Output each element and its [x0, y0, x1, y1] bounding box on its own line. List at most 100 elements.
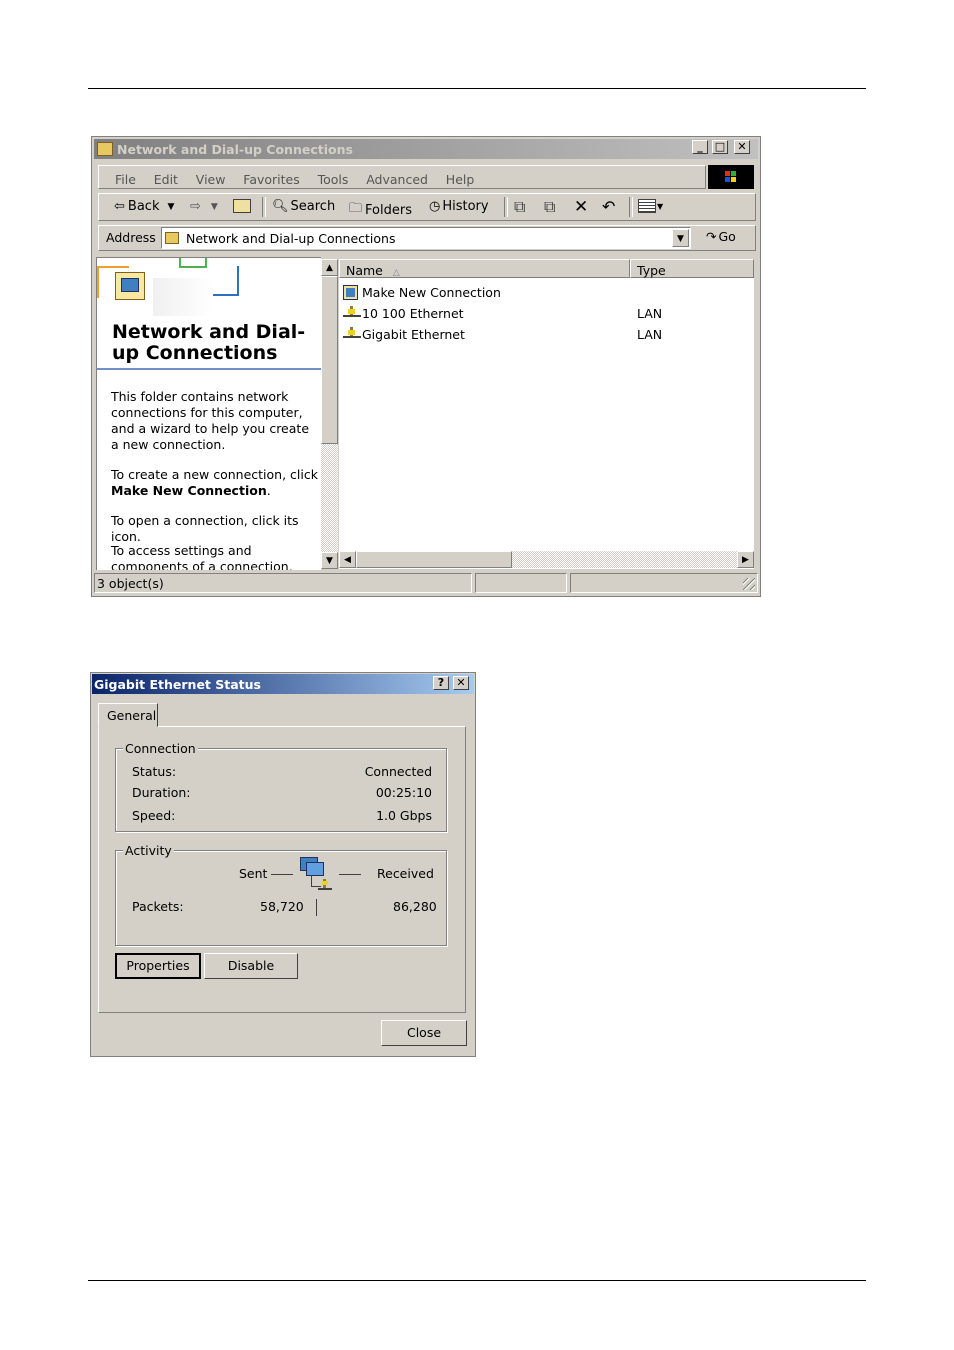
back-dropdown-icon[interactable]: ▼	[167, 202, 174, 212]
up-folder-button[interactable]	[233, 199, 251, 213]
status-bar-panel	[475, 573, 567, 593]
speed-row: Speed: 1.0 Gbps	[132, 808, 432, 823]
undo-button[interactable]: ↶	[602, 197, 615, 216]
list-item[interactable]: Make New Connection	[343, 284, 743, 302]
menu-tools[interactable]: Tools	[318, 172, 349, 187]
menu-file[interactable]: File	[115, 172, 136, 187]
info-paragraph: To access settings and components of a c…	[111, 543, 293, 570]
folder-network-icon	[165, 232, 179, 244]
go-button[interactable]: ↷ Go	[706, 229, 736, 244]
copy-to-icon: ⧉	[544, 197, 556, 216]
scroll-thumb[interactable]	[356, 551, 512, 568]
windows-logo-icon	[708, 165, 754, 189]
scroll-down-arrow-icon[interactable]: ▼	[321, 552, 338, 569]
lan-connection-icon	[343, 306, 361, 320]
scroll-thumb[interactable]	[321, 276, 338, 444]
menu-advanced[interactable]: Advanced	[366, 172, 428, 187]
close-button[interactable]: Close	[381, 1020, 467, 1046]
tab-general[interactable]: General	[98, 703, 158, 727]
history-icon: ◷	[429, 199, 441, 214]
status-bar-panel	[570, 573, 758, 593]
dialog-titlebar[interactable]: Gigabit Ethernet Status	[92, 674, 474, 694]
disable-button[interactable]: Disable	[204, 953, 298, 979]
folders-icon: 🗀︎	[349, 201, 363, 216]
window-title: Network and Dial-up Connections	[117, 141, 353, 157]
explorer-titlebar[interactable]: Network and Dial-up Connections	[94, 139, 758, 159]
packets-divider	[316, 899, 317, 916]
go-arrow-icon: ↷	[706, 229, 717, 244]
scroll-right-arrow-icon[interactable]: ▶	[737, 551, 754, 568]
menu-view[interactable]: View	[196, 172, 226, 187]
network-activity-icon	[297, 857, 337, 891]
connection-group-label: Connection	[123, 741, 198, 756]
menu-favorites[interactable]: Favorites	[243, 172, 299, 187]
toolbar-separator	[629, 197, 633, 217]
info-paragraph: To create a new connection, click Make N…	[111, 467, 318, 498]
status-value: Connected	[364, 764, 432, 779]
move-to-icon: ⧉	[514, 197, 526, 216]
back-button[interactable]: ⇦ Back ▼	[114, 199, 174, 214]
network-banner-graphic	[97, 258, 321, 318]
top-rule	[88, 88, 866, 89]
duration-row: Duration: 00:25:10	[132, 785, 432, 800]
properties-button[interactable]: Properties	[115, 953, 201, 979]
column-header-name[interactable]: Name △	[339, 259, 630, 278]
address-label: Address	[106, 230, 156, 245]
make-new-connection-link[interactable]: Make New Connection	[111, 483, 267, 498]
heading-underline	[97, 368, 321, 370]
info-paragraph: This folder contains network connections…	[111, 389, 310, 452]
file-list-hscrollbar[interactable]: ◀ ▶	[339, 551, 754, 568]
search-icon: 🔍︎	[272, 199, 289, 214]
views-button[interactable]: ▼	[638, 199, 663, 213]
list-item[interactable]: Gigabit Ethernet LAN	[343, 326, 743, 344]
status-text: 3 object(s)	[97, 576, 164, 591]
explorer-window: Network and Dial-up Connections _ □ ✕ Fi…	[91, 136, 761, 597]
back-arrow-icon: ⇦	[114, 199, 125, 214]
packets-received-value: 86,280	[393, 899, 437, 914]
maximize-button[interactable]: □	[712, 140, 728, 154]
info-paragraph: To open a connection, click its icon.	[111, 513, 299, 544]
move-to-button[interactable]: ⧉	[514, 197, 525, 217]
folder-network-icon	[97, 142, 113, 156]
new-connection-icon	[343, 285, 358, 300]
toolbar-separator	[504, 197, 508, 217]
activity-group-label: Activity	[123, 843, 174, 858]
duration-value: 00:25:10	[375, 785, 432, 800]
resize-grip-icon[interactable]	[743, 578, 755, 590]
status-bar-panel: 3 object(s)	[94, 573, 472, 593]
scroll-left-arrow-icon[interactable]: ◀	[339, 551, 356, 568]
sent-label: Sent	[239, 866, 268, 881]
bottom-rule	[88, 1280, 866, 1281]
sent-line	[271, 874, 293, 875]
menu-help[interactable]: Help	[446, 172, 475, 187]
up-folder-icon	[233, 199, 251, 213]
folders-button[interactable]: 🗀︎ Folders	[349, 199, 412, 221]
scroll-up-arrow-icon[interactable]: ▲	[321, 259, 338, 276]
status-dialog: Gigabit Ethernet Status ? ✕ General Conn…	[90, 672, 476, 1057]
address-dropdown-button[interactable]: ▼	[672, 229, 689, 247]
forward-button[interactable]: ⇨ ▼	[190, 199, 218, 214]
info-pane-heading: Network and Dial-up Connections	[112, 321, 306, 364]
column-header-type[interactable]: Type	[630, 259, 754, 278]
close-dialog-button[interactable]: ✕	[453, 676, 469, 690]
lan-connection-icon	[343, 327, 361, 341]
search-button[interactable]: 🔍︎ Search	[272, 199, 335, 214]
info-pane: Network and Dial-up Connections This fol…	[96, 257, 321, 570]
list-item[interactable]: 10 100 Ethernet LAN	[343, 305, 743, 323]
menu-edit[interactable]: Edit	[154, 172, 178, 187]
help-button[interactable]: ?	[433, 676, 449, 690]
delete-button[interactable]: ✕	[574, 197, 588, 217]
minimize-button[interactable]: _	[692, 140, 708, 154]
menu-bar: File Edit View Favorites Tools Advanced …	[98, 165, 706, 189]
forward-dropdown-icon[interactable]: ▼	[211, 202, 218, 212]
activity-group	[115, 850, 447, 946]
close-window-button[interactable]: ✕	[734, 140, 750, 154]
undo-icon: ↶	[602, 197, 616, 216]
copy-to-button[interactable]: ⧉	[544, 197, 555, 217]
history-button[interactable]: ◷ History	[429, 199, 489, 214]
speed-value: 1.0 Gbps	[376, 808, 432, 823]
file-list: Name △ Type Make New Connection 10 100 E…	[339, 259, 754, 569]
info-pane-scrollbar[interactable]: ▲ ▼	[321, 259, 338, 569]
received-label: Received	[377, 866, 434, 881]
address-input[interactable]: Network and Dial-up Connections ▼	[161, 227, 691, 249]
